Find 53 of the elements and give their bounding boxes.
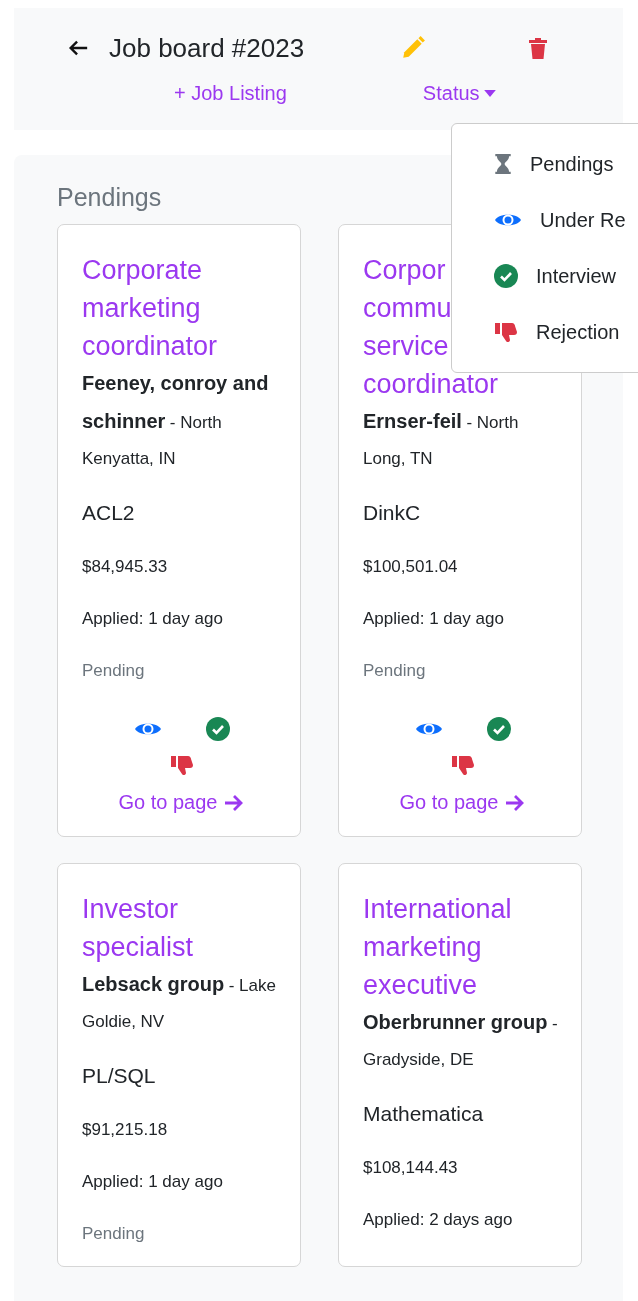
menu-label: Under Re xyxy=(540,208,626,232)
board-title: Job board #2023 xyxy=(109,32,305,64)
applied-date: Applied: 2 days ago xyxy=(363,1210,514,1230)
applied-date: Applied: 1 day ago xyxy=(82,609,224,629)
section-title: Pendings xyxy=(57,183,163,212)
skill: Mathematica xyxy=(363,1102,485,1126)
salary: $84,945.33 xyxy=(82,557,169,577)
menu-label: Pendings xyxy=(530,152,614,176)
company-and-location: Feeney, conroy and schinner - North Kenyatta, IN xyxy=(82,371,270,470)
thumbs-down-icon xyxy=(494,320,518,344)
salary: $91,215.18 xyxy=(82,1120,169,1140)
job-title: International xyxy=(363,893,512,926)
status-label: Pending xyxy=(82,661,146,681)
status-label: Pending xyxy=(363,661,427,681)
company-and-location: Lebsack group - Lake Goldie, NV xyxy=(82,972,277,1033)
applied-date: Applied: 1 day ago xyxy=(363,609,505,629)
job-title: commu xyxy=(363,292,452,325)
job-title: Corpor xyxy=(363,254,446,287)
salary: $100,501.04 xyxy=(363,557,459,577)
caret-icon xyxy=(483,90,496,97)
skill: ACL2 xyxy=(82,501,136,525)
check-circle-icon xyxy=(494,264,518,288)
job-title: coordinator xyxy=(363,368,499,401)
job-title: marketing xyxy=(82,292,201,325)
status-label: Pending xyxy=(82,1224,146,1244)
company-and-location: Ernser-feil - North Long, TN xyxy=(363,409,520,470)
applied-date: Applied: 1 day ago xyxy=(82,1172,224,1192)
company-and-location: Oberbrunner group - Gradyside, DE xyxy=(363,1010,559,1071)
menu-label: Interview xyxy=(536,264,617,288)
add-job-listing-link[interactable]: + Job Listing xyxy=(174,82,287,105)
job-title: service xyxy=(363,330,449,363)
status-menu-item[interactable]: Interview xyxy=(452,248,638,304)
status-menu-item[interactable]: Under Re xyxy=(452,192,638,248)
skill: PL/SQL xyxy=(82,1064,157,1088)
salary: $108,144.43 xyxy=(363,1158,459,1178)
skill: DinkC xyxy=(363,501,422,525)
job-title: executive xyxy=(363,969,478,1002)
check-circle-icon[interactable] xyxy=(206,717,230,741)
check-circle-icon[interactable] xyxy=(487,717,511,741)
go-to-page-link[interactable]: Go to page xyxy=(363,791,563,814)
status-dropdown-button[interactable]: Status xyxy=(422,82,496,105)
hourglass-icon xyxy=(494,153,512,175)
menu-label: Rejection xyxy=(536,320,620,344)
job-title: marketing xyxy=(363,931,482,964)
job-title: Corporate xyxy=(82,254,203,287)
thumbs-down-icon[interactable] xyxy=(170,753,194,777)
status-menu-item[interactable]: Pendings xyxy=(452,136,638,192)
job-title: Investor xyxy=(82,893,179,926)
go-to-page-link[interactable]: Go to page xyxy=(82,791,282,814)
thumbs-down-icon[interactable] xyxy=(451,753,475,777)
job-title: coordinator xyxy=(82,330,218,363)
status-menu-item[interactable]: Rejection xyxy=(452,304,638,360)
job-title: specialist xyxy=(82,931,194,964)
